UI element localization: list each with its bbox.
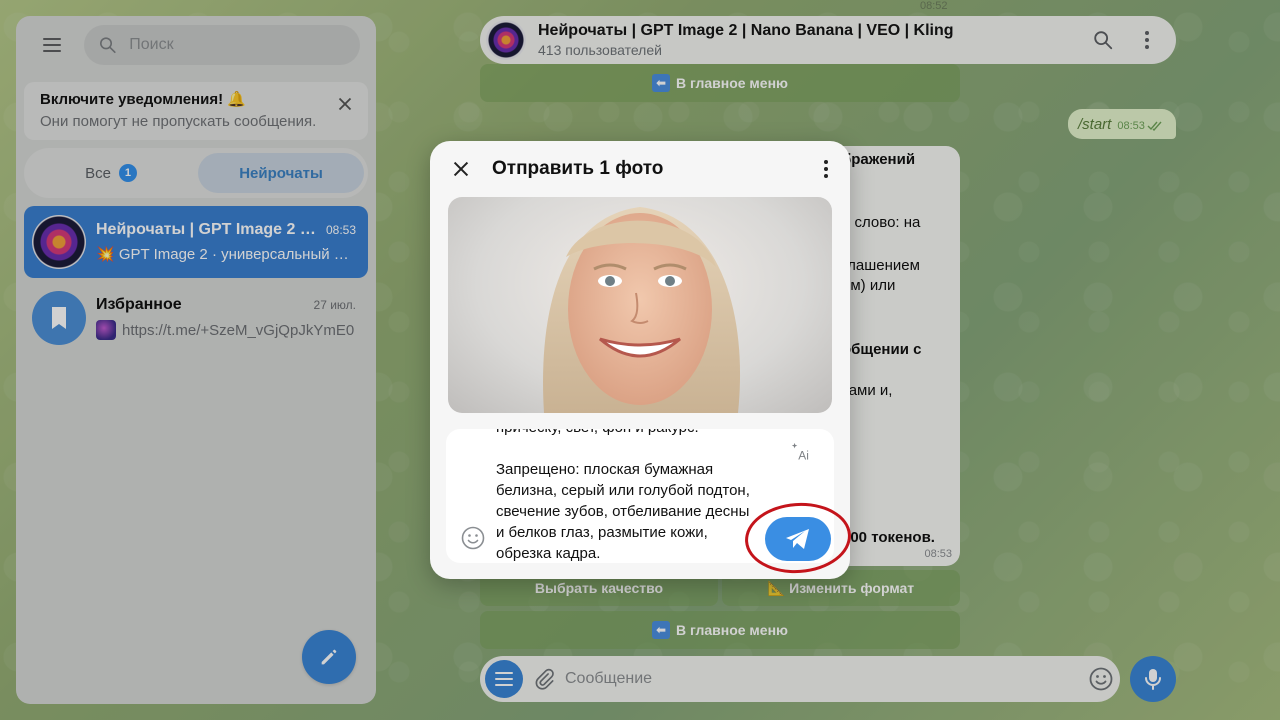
caption-line: прическу, свет, фон и ракурс. bbox=[496, 429, 761, 438]
portrait-photo bbox=[543, 207, 741, 413]
svg-text:Ai: Ai bbox=[798, 448, 809, 462]
caption-text[interactable]: прическу, свет, фон и ракурс. Запрещено:… bbox=[496, 429, 761, 563]
send-button[interactable] bbox=[765, 517, 831, 561]
emoji-icon[interactable] bbox=[460, 525, 486, 551]
more-vertical-icon[interactable] bbox=[816, 158, 836, 180]
close-icon[interactable] bbox=[450, 158, 472, 180]
ai-sparkle-icon[interactable]: Ai bbox=[790, 441, 812, 463]
send-photo-dialog: Отправить 1 фото п bbox=[430, 141, 850, 579]
caption-line: Запрещено: плоская бумажная белизна, сер… bbox=[496, 461, 750, 562]
photo-preview[interactable] bbox=[448, 197, 832, 413]
dialog-title: Отправить 1 фото bbox=[492, 158, 664, 179]
send-icon bbox=[786, 529, 809, 549]
